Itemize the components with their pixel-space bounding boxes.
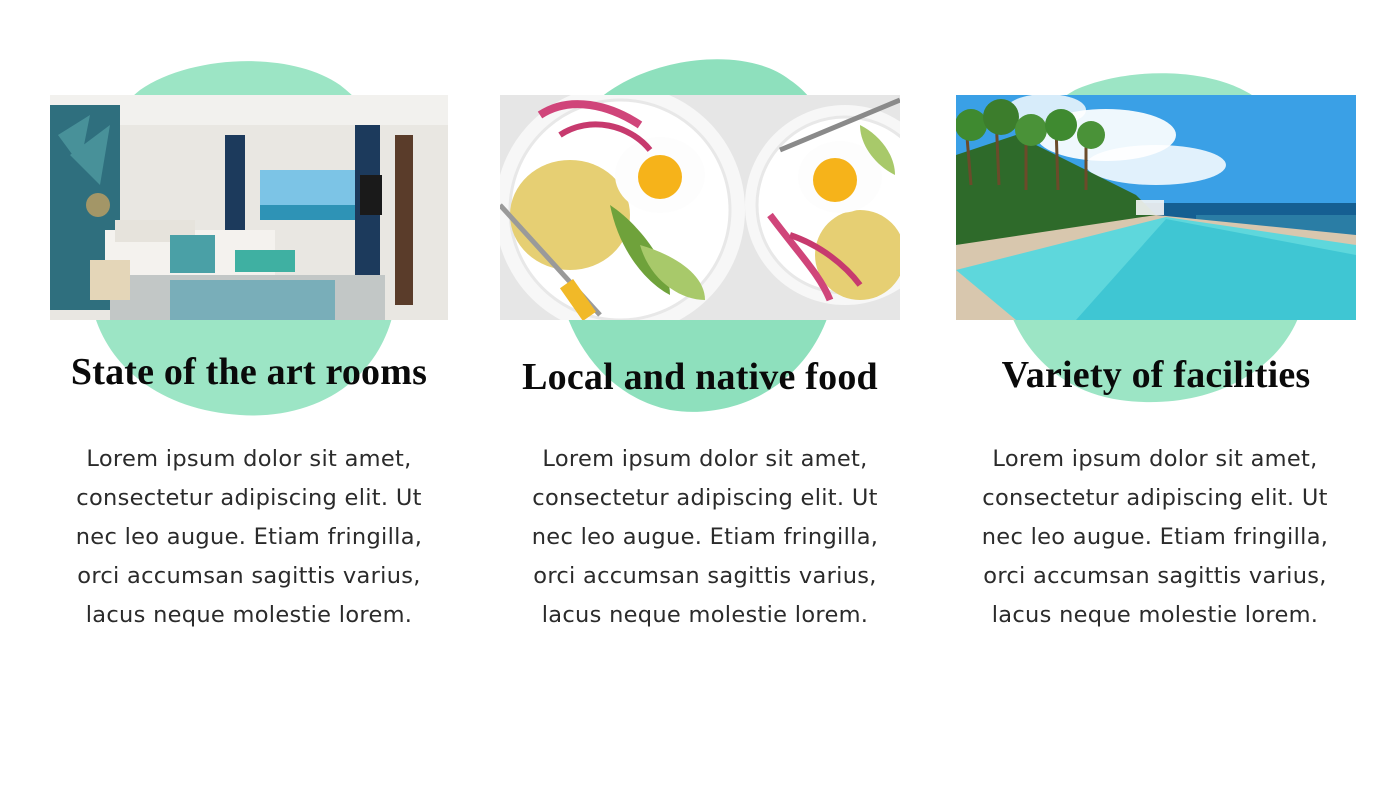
feature-card-rooms: State of the art rooms Lorem ipsum dolor… [0,0,448,800]
feature-title: State of the art rooms [70,351,428,393]
feature-card-facilities: Variety of facilities Lorem ipsum dolor … [900,0,1356,800]
breakfast-plates-photo [500,95,900,320]
infinity-pool-photo [956,95,1356,320]
feature-description: Lorem ipsum dolor sit amet, consectetur … [75,446,423,628]
feature-description: Lorem ipsum dolor sit amet, consectetur … [531,446,879,628]
hotel-bedroom-photo [50,95,448,320]
feature-description: Lorem ipsum dolor sit amet, consectetur … [981,446,1329,628]
feature-title: Local and native food [522,356,878,398]
feature-card-food: Local and native food Lorem ipsum dolor … [450,0,900,800]
feature-title: Variety of facilities [1001,354,1311,396]
